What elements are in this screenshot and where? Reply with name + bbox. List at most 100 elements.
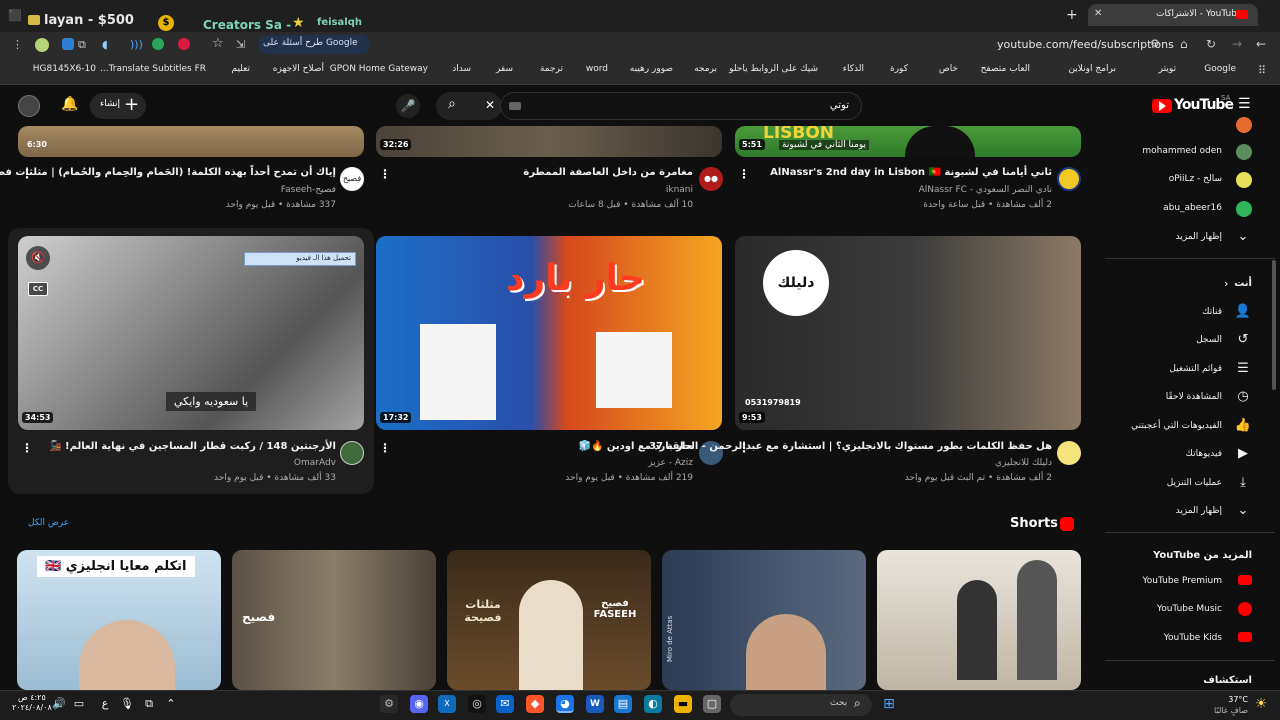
show-more-subs[interactable]: إظهار المزيد bbox=[1176, 232, 1222, 242]
account-avatar[interactable] bbox=[18, 95, 40, 117]
word-2-app-icon[interactable]: ▤ bbox=[614, 695, 632, 713]
volume-icon[interactable]: 🔊 bbox=[50, 695, 68, 713]
extension-4-icon[interactable] bbox=[152, 38, 164, 50]
subscription-item[interactable]: سالح - oPiiLz bbox=[1169, 174, 1222, 184]
tab-group-layan[interactable]: layan - $500 bbox=[44, 13, 134, 28]
sidebar-item-liked[interactable]: الفيديوهات التي أعجبتني bbox=[1131, 421, 1222, 431]
edge-app-icon[interactable]: ◐ bbox=[644, 695, 662, 713]
url-text[interactable]: youtube.com/feed/subscriptions bbox=[997, 38, 1174, 51]
install-icon[interactable]: ⇲ bbox=[236, 38, 245, 51]
bookmark-sadad[interactable]: سداد bbox=[452, 64, 471, 74]
bookmark-pictures[interactable]: صوور رهيبه bbox=[630, 64, 673, 74]
back-icon[interactable]: ← bbox=[1256, 37, 1266, 51]
short-thumbnail-3[interactable]: مثلثات فصيحة فصيح FASEEH bbox=[447, 550, 651, 690]
profile-icon[interactable] bbox=[35, 38, 49, 52]
voice-search-icon[interactable]: 🎤 bbox=[396, 94, 420, 118]
bookmark-translate[interactable]: ترجمة bbox=[540, 64, 563, 74]
channel-avatar[interactable]: ●● bbox=[699, 167, 723, 191]
sidebar-item-your-videos[interactable]: فيديوهاتك bbox=[1186, 449, 1222, 459]
tray-app-icon[interactable]: ⧉ bbox=[140, 695, 158, 713]
subscription-item[interactable]: abu_abeer16 bbox=[1163, 203, 1222, 213]
sidebar-item-yt-premium[interactable]: YouTube Premium bbox=[1142, 576, 1222, 586]
subscription-avatar[interactable] bbox=[1236, 144, 1252, 160]
sidebar-item-playlists[interactable]: قوائم التشغيل bbox=[1169, 364, 1222, 374]
video-menu-icon[interactable]: ⋮ bbox=[21, 441, 33, 455]
home-icon[interactable]: ⌂ bbox=[1180, 37, 1188, 51]
video-menu-icon[interactable]: ⋮ bbox=[738, 441, 750, 455]
excel-app-icon[interactable]: X bbox=[438, 695, 456, 713]
channel-name[interactable]: iknani bbox=[666, 185, 693, 195]
bookmark-online-tools[interactable]: برامج اونلاين bbox=[1068, 64, 1116, 74]
channel-avatar[interactable]: فصيح bbox=[340, 167, 364, 191]
extensions-icon[interactable]: ⧉ bbox=[78, 38, 86, 52]
channel-name[interactable]: فصيح-Faseeh bbox=[281, 185, 336, 195]
bookmark-repair[interactable]: أصلاح الاجهزه bbox=[273, 64, 324, 74]
settings-app-icon[interactable]: ⚙ bbox=[380, 695, 398, 713]
sidebar-item-watch-later[interactable]: المشاهدة لاحقًا bbox=[1166, 392, 1222, 402]
video-menu-icon[interactable]: ⋮ bbox=[379, 167, 391, 181]
sidebar-item-your-channel[interactable]: قناتك bbox=[1202, 307, 1222, 317]
guide-menu-icon[interactable]: ☰ bbox=[1238, 96, 1251, 112]
video-title[interactable]: الأرجنتين 148 / ركبت قطار المساجين في نه… bbox=[49, 441, 336, 452]
video-title[interactable]: مغامرة من داخل العاصفة الممطرة bbox=[523, 167, 693, 178]
video-menu-icon[interactable]: ⋮ bbox=[738, 167, 750, 181]
bookmark-star-icon[interactable]: ☆ bbox=[212, 36, 224, 51]
forward-icon[interactable]: → bbox=[1232, 37, 1242, 51]
tab-group-feisal[interactable]: feisalqh bbox=[317, 17, 362, 28]
channel-avatar[interactable] bbox=[1057, 441, 1081, 465]
youtube-logo-icon[interactable] bbox=[1152, 99, 1172, 113]
download-bar[interactable]: تحميل هذا الـ فيديو bbox=[244, 252, 356, 266]
bookmark-subtitles[interactable]: Translate Subtitles FR... bbox=[100, 64, 206, 74]
bookmark-link-check[interactable]: شيك على الروابط ياحلو bbox=[729, 64, 818, 74]
search-input[interactable]: ✕ توتي bbox=[485, 92, 862, 120]
video-menu-icon[interactable]: ⋮ bbox=[21, 167, 33, 181]
keyboard-icon[interactable] bbox=[509, 102, 521, 110]
create-button[interactable]: إنشاء + bbox=[90, 93, 146, 119]
subscription-item[interactable]: mohammed oden bbox=[1142, 146, 1222, 156]
shorts-view-all[interactable]: عرض الكل bbox=[28, 518, 69, 528]
bookmark-router[interactable]: HG8145X6-10 bbox=[33, 64, 96, 74]
word-app-icon[interactable]: W bbox=[586, 695, 604, 713]
kebab-menu-icon[interactable]: ⋮ bbox=[12, 38, 23, 51]
video-title[interactable]: هل حفظ الكلمات يطور مستواك بالانجليزي؟ |… bbox=[649, 441, 1052, 452]
subscription-avatar[interactable] bbox=[1236, 172, 1252, 188]
video-thumbnail-1[interactable]: 6:30 bbox=[18, 126, 364, 157]
chrome-app-icon[interactable]: ◕ bbox=[556, 695, 574, 713]
google-lens-chip[interactable]: طرح أسئلة على Google bbox=[258, 35, 370, 54]
bookmark-games[interactable]: العاب متصفح bbox=[981, 64, 1030, 74]
tab-close-icon[interactable]: ✕ bbox=[1094, 8, 1102, 19]
language-indicator[interactable]: ع bbox=[96, 695, 114, 713]
apps-grid-icon[interactable]: ⠿ bbox=[1258, 64, 1266, 77]
bookmark-football[interactable]: كورة bbox=[890, 64, 908, 74]
sidebar-item-yt-kids[interactable]: YouTube Kids bbox=[1164, 633, 1222, 643]
sidebar-item-show-more[interactable]: إظهار المزيد bbox=[1176, 506, 1222, 516]
video-thumbnail-4[interactable]: تحميل هذا الـ فيديو 🔇 CC يا سعوديه وايكي… bbox=[18, 236, 364, 430]
channel-name[interactable]: OmarAdv bbox=[294, 458, 336, 468]
extension-1-icon[interactable] bbox=[62, 38, 74, 50]
bookmark-education[interactable]: تعليم bbox=[231, 64, 250, 74]
video-thumbnail-3[interactable]: LISBON 5:51 يومنا الثاني في لشبونة bbox=[735, 126, 1081, 157]
sidebar-item-yt-music[interactable]: YouTube Music bbox=[1157, 604, 1222, 614]
video-thumbnail-5[interactable]: حار بارد 17:32 bbox=[376, 236, 722, 430]
channel-avatar[interactable] bbox=[1057, 167, 1081, 191]
brave-app-icon[interactable]: ◆ bbox=[526, 695, 544, 713]
bookmark-google[interactable]: Google bbox=[1204, 64, 1236, 74]
bookmark-gpon[interactable]: GPON Home Gateway bbox=[330, 64, 428, 74]
network-icon[interactable]: ▭ bbox=[70, 695, 88, 713]
taskbar-search[interactable]: بحث ⌕ bbox=[730, 694, 872, 716]
sidebar-item-downloads[interactable]: عمليات التنزيل bbox=[1167, 478, 1222, 488]
channel-name[interactable]: نادي النصر السعودي - AlNassr FC bbox=[919, 185, 1052, 195]
sidebar-scrollbar[interactable] bbox=[1272, 260, 1276, 390]
video-thumbnail-2[interactable]: 32:26 bbox=[376, 126, 722, 157]
sidebar-item-history[interactable]: السجل bbox=[1196, 335, 1222, 345]
channel-name[interactable]: Aziz - عزيز bbox=[648, 458, 693, 468]
active-tab[interactable]: ✕ الاشتراكات - YouTube bbox=[1088, 4, 1258, 26]
channel-avatar[interactable] bbox=[340, 441, 364, 465]
bookmark-ai[interactable]: الذكاء bbox=[843, 64, 864, 74]
bookmark-programming[interactable]: برمجه bbox=[694, 64, 717, 74]
video-thumbnail-6[interactable]: دليلك 0531979819 9:53 bbox=[735, 236, 1081, 430]
clear-search-icon[interactable]: ✕ bbox=[485, 98, 495, 112]
extension-5-icon[interactable] bbox=[178, 38, 190, 50]
video-title[interactable]: إياك أن تمدح أحداً بهذه الكلمة! (الحَمام… bbox=[0, 167, 336, 178]
captions-icon[interactable]: CC bbox=[28, 282, 48, 296]
